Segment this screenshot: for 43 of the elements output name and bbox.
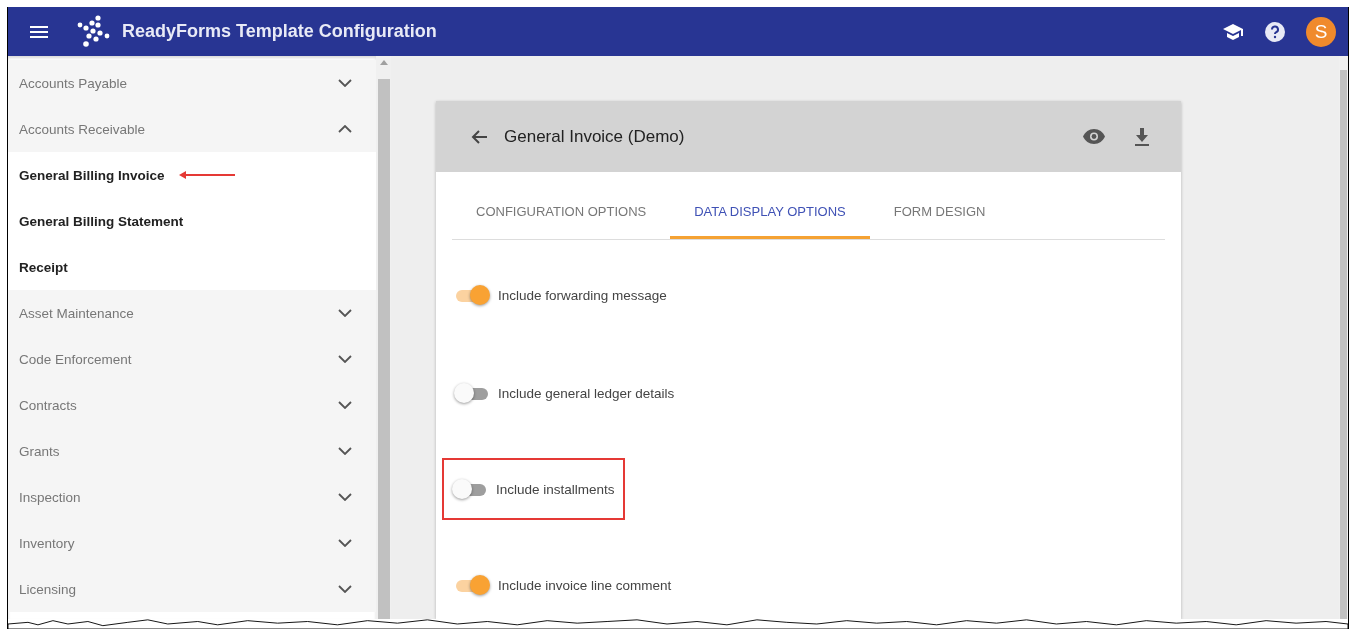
toggle-switch[interactable] xyxy=(454,574,490,596)
option-label: Include installments xyxy=(496,481,615,497)
app-title: ReadyForms Template Configuration xyxy=(122,21,437,42)
tab[interactable]: DATA DISPLAY OPTIONS xyxy=(670,188,870,239)
chevron-down-icon xyxy=(338,309,352,317)
option-label: Include general ledger details xyxy=(498,385,675,401)
sidebar-group[interactable]: Code Enforcement xyxy=(8,336,376,382)
graduation-cap-icon[interactable] xyxy=(1222,22,1244,41)
tab[interactable]: CONFIGURATION OPTIONS xyxy=(452,188,671,239)
sidebar-group[interactable]: Contracts xyxy=(8,382,376,428)
chevron-down-icon xyxy=(338,585,352,593)
sidebar-group[interactable]: Accounts Payable xyxy=(8,60,376,106)
option-label: Include invoice line comment xyxy=(498,577,672,593)
chevron-down-icon xyxy=(338,355,352,363)
option-label: Include forwarding message xyxy=(498,287,667,303)
download-icon[interactable] xyxy=(1135,127,1149,146)
toggle-switch[interactable] xyxy=(454,284,490,306)
chevron-up-icon xyxy=(338,125,352,133)
chevron-down-icon xyxy=(338,447,352,455)
sidebar-group[interactable]: Licensing xyxy=(8,566,376,612)
eye-icon[interactable] xyxy=(1083,129,1105,144)
sidebar-group[interactable]: Inspection xyxy=(8,474,376,520)
card-title: General Invoice (Demo) xyxy=(504,126,685,147)
sidebar-group[interactable]: Grants xyxy=(8,428,376,474)
tab[interactable]: FORM DESIGN xyxy=(869,188,1010,239)
chevron-down-icon xyxy=(338,539,352,547)
chevron-down-icon xyxy=(338,401,352,409)
scrollbar[interactable] xyxy=(376,56,391,619)
chevron-down-icon xyxy=(338,493,352,501)
sidebar-item[interactable]: Receipt xyxy=(19,259,68,275)
sidebar-group[interactable]: Accounts Receivable xyxy=(8,106,376,152)
back-arrow-icon[interactable] xyxy=(470,128,488,145)
help-icon[interactable] xyxy=(1264,20,1286,43)
toggle-switch[interactable] xyxy=(452,478,488,500)
chevron-down-icon xyxy=(338,79,352,87)
avatar[interactable]: S xyxy=(1306,16,1336,47)
scroll-up-arrow-icon[interactable] xyxy=(379,60,388,65)
logo-icon xyxy=(76,14,110,49)
toggle-switch[interactable] xyxy=(454,382,490,404)
sidebar-group[interactable]: Inventory xyxy=(8,520,376,566)
sidebar-item[interactable]: General Billing Invoice xyxy=(19,167,165,183)
sidebar-group[interactable]: Asset Maintenance xyxy=(8,290,376,336)
sidebar-item[interactable]: General Billing Statement xyxy=(19,213,184,229)
